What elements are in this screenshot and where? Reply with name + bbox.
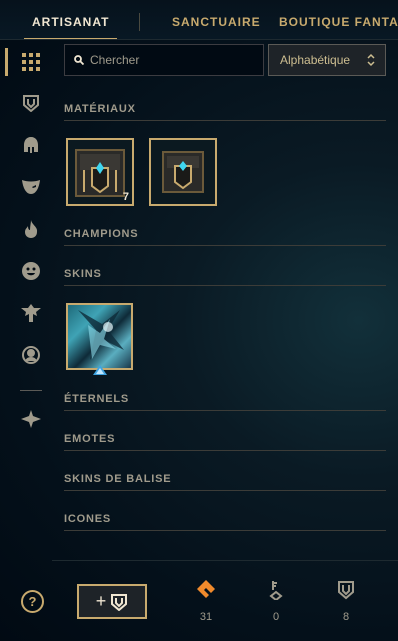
orange-essence-icon — [197, 580, 215, 598]
key-fragment-icon — [269, 581, 283, 602]
category-sidebar — [0, 40, 52, 641]
material-item[interactable] — [149, 138, 217, 206]
tab-boutique-fantasy[interactable]: BOUTIQUE FANTAS — [279, 15, 398, 29]
chest-value: 8 — [342, 611, 350, 623]
top-nav: ARTISANAT SANCTUAIRE BOUTIQUE FANTAS — [0, 0, 398, 40]
sidebar-divider — [20, 390, 42, 391]
emote-face-icon[interactable] — [20, 260, 42, 282]
search-input[interactable] — [90, 53, 250, 67]
chest-icon — [111, 593, 128, 611]
section-title: SKINS — [64, 268, 102, 280]
section-icones[interactable]: ICONES — [64, 513, 386, 531]
helmet-icon[interactable] — [20, 134, 42, 156]
key-fragment-value: 0 — [272, 611, 280, 623]
grid-icon[interactable] — [20, 51, 42, 73]
section-materiaux[interactable]: MATÉRIAUX — [64, 103, 386, 121]
section-skins-de-balise[interactable]: SKINS DE BALISE — [64, 473, 386, 491]
chevron-updown-icon — [367, 53, 375, 70]
tab-separator — [139, 13, 140, 31]
section-title: ÉTERNELS — [64, 393, 130, 405]
craft-plus-label: + — [95, 591, 107, 611]
section-title: SKINS DE BALISE — [64, 473, 172, 485]
section-title: EMOTES — [64, 433, 116, 445]
chest-icon — [338, 581, 354, 600]
skin-shard-card[interactable] — [66, 303, 133, 370]
orange-essence-counter: 31 — [186, 580, 226, 623]
chest-counter: 8 — [326, 580, 366, 623]
sidebar-active-indicator — [5, 48, 8, 76]
section-eternels[interactable]: ÉTERNELS — [64, 393, 386, 411]
section-title: ICONES — [64, 513, 111, 525]
help-button[interactable]: ? — [21, 590, 44, 613]
profile-icon[interactable] — [20, 344, 42, 366]
tab-artisanat[interactable]: ARTISANAT — [32, 15, 109, 29]
section-skins[interactable]: SKINS — [64, 268, 386, 286]
material-item[interactable]: 7 — [66, 138, 134, 206]
flame-icon[interactable] — [20, 218, 42, 240]
chest-icon[interactable] — [20, 92, 42, 114]
key-fragment-counter: 0 — [256, 580, 296, 623]
tab-sanctuaire[interactable]: SANCTUAIRE — [172, 15, 261, 29]
section-emotes[interactable]: EMOTES — [64, 433, 386, 451]
section-champions[interactable]: CHAMPIONS — [64, 228, 386, 246]
hextech-chest-icon — [162, 151, 204, 193]
skin-shard-triangle-icon — [93, 365, 107, 375]
section-title: MATÉRIAUX — [64, 103, 136, 115]
sort-selected-value: Alphabétique — [280, 53, 351, 67]
section-title: CHAMPIONS — [64, 228, 139, 240]
craft-key-button[interactable]: + — [77, 584, 147, 619]
sort-dropdown[interactable]: Alphabétique — [268, 44, 386, 76]
mask-icon[interactable] — [20, 176, 42, 198]
skin-art — [78, 310, 124, 360]
loot-panel: ARTISANAT SANCTUAIRE BOUTIQUE FANTAS Che… — [0, 0, 398, 641]
eternals-icon[interactable] — [20, 408, 42, 430]
orange-essence-value: 31 — [199, 611, 213, 623]
search-icon — [74, 55, 84, 65]
item-count: 7 — [122, 191, 129, 203]
search-box[interactable] — [64, 44, 264, 76]
ward-icon[interactable] — [20, 302, 42, 324]
